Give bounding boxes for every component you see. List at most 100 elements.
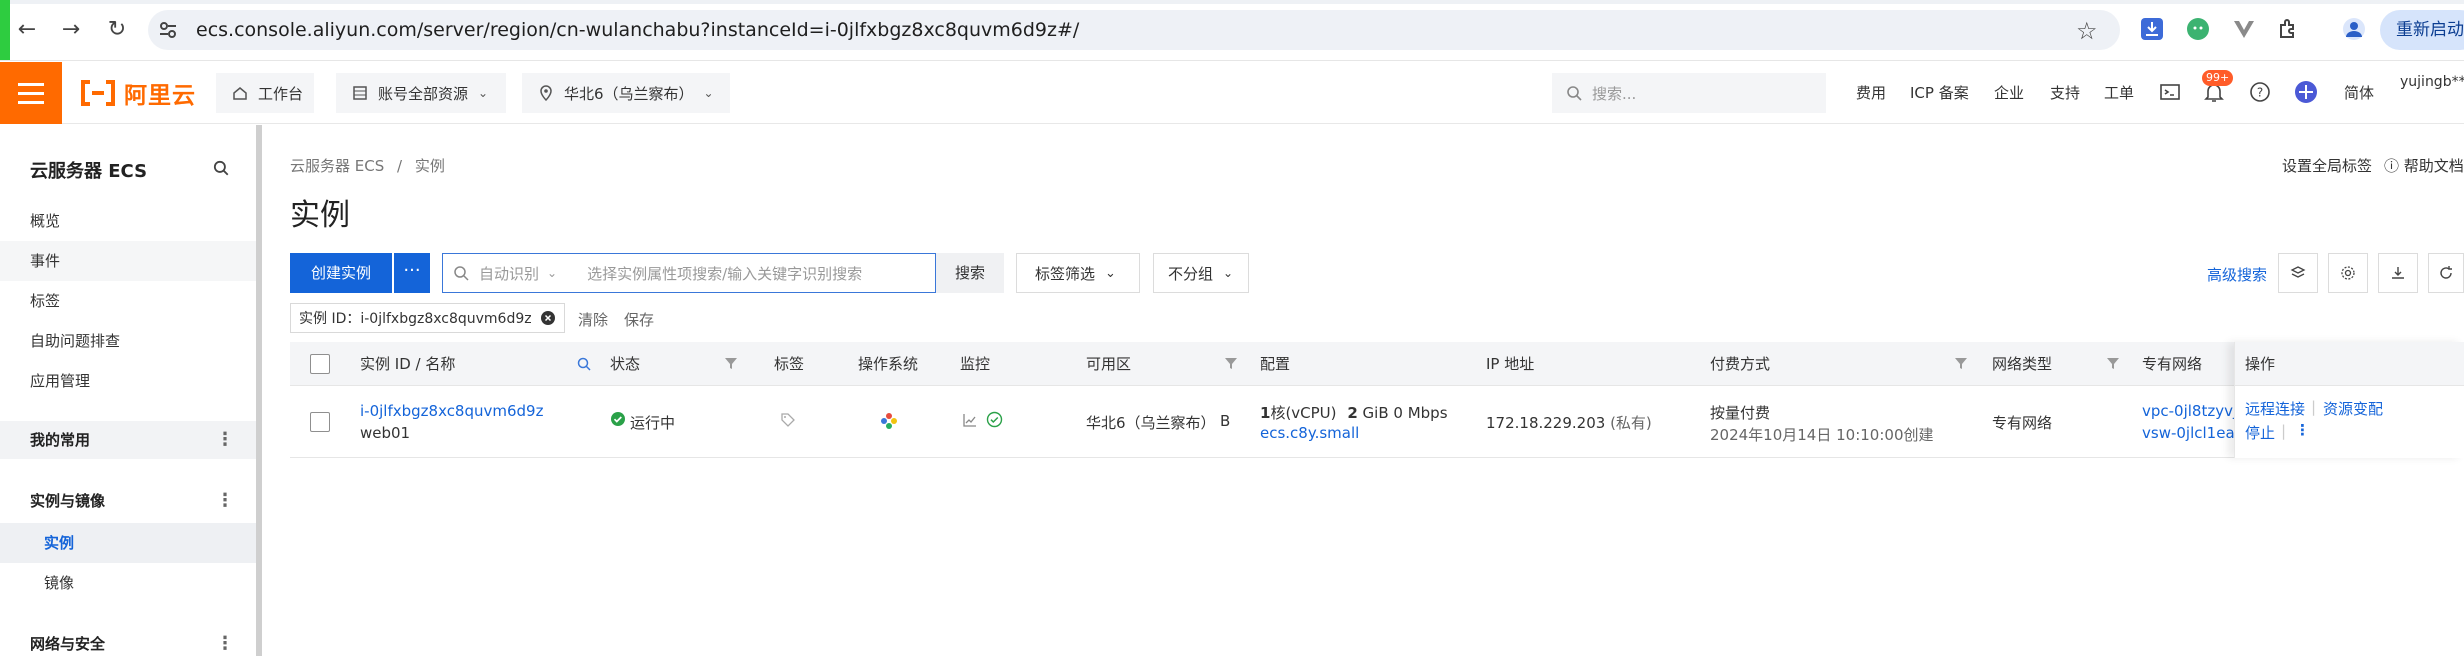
resize-config-link[interactable]: 资源变配 bbox=[2323, 398, 2383, 419]
group-by-label: 不分组 bbox=[1168, 264, 1214, 283]
browser-tab-strip bbox=[0, 0, 2464, 4]
sidebar-scrollbar[interactable] bbox=[256, 125, 262, 656]
download-extension-icon[interactable] bbox=[2140, 17, 2164, 41]
resource-list-icon bbox=[353, 86, 367, 100]
browser-toolbar: ← → ↻ ecs.console.aliyun.com/server/regi… bbox=[0, 0, 2464, 61]
more-vertical-icon[interactable]: ⋮ bbox=[216, 421, 234, 459]
sidebar-item-troubleshoot[interactable]: 自助问题排查 bbox=[0, 321, 256, 361]
vue-extension-icon[interactable] bbox=[2232, 17, 2256, 41]
bookmark-star-icon[interactable]: ☆ bbox=[2076, 17, 2098, 45]
support-link[interactable]: 支持 bbox=[2050, 82, 2080, 103]
svg-text:?: ? bbox=[2257, 86, 2263, 100]
create-instance-button[interactable]: 创建实例 bbox=[290, 253, 392, 293]
hamburger-menu-icon[interactable] bbox=[0, 62, 62, 124]
enterprise-link[interactable]: 企业 bbox=[1994, 82, 2024, 103]
tag-filter-dropdown[interactable]: 标签筛选 ⌄ bbox=[1016, 253, 1140, 293]
clear-filters-link[interactable]: 清除 bbox=[578, 309, 608, 330]
sidebar-group-instances-images[interactable]: 实例与镜像 ⋮ bbox=[0, 482, 256, 520]
sidebar-item-images[interactable]: 镜像 bbox=[0, 563, 256, 603]
cpu-unit: 核(vCPU) bbox=[1270, 404, 1337, 422]
search-button[interactable]: 搜索 bbox=[936, 253, 1004, 293]
instance-status: 运行中 bbox=[630, 414, 676, 432]
more-vertical-icon[interactable]: ⋮ bbox=[216, 482, 234, 520]
stop-instance-link[interactable]: 停止 bbox=[2245, 422, 2275, 443]
icp-filing-link[interactable]: ICP 备案 bbox=[1910, 82, 1969, 103]
instance-zone: 华北6（乌兰察布） bbox=[1086, 414, 1216, 432]
sidebar-group-network-security[interactable]: 网络与安全 ⋮ bbox=[0, 625, 256, 663]
tickets-link[interactable]: 工单 bbox=[2104, 82, 2134, 103]
column-search-icon[interactable] bbox=[576, 356, 592, 372]
resource-scope-dropdown[interactable]: 账号全部资源 ⌄ bbox=[336, 73, 506, 113]
private-ip: 172.18.229.203 (私有) bbox=[1486, 412, 1652, 433]
select-all-checkbox[interactable] bbox=[310, 354, 330, 374]
col-tags: 标签 bbox=[774, 355, 805, 373]
table-row: i-0jlfxbgz8xc8quvm6d9z web01 运行中 华北6（乌兰察… bbox=[290, 386, 2464, 458]
os-distro-icon bbox=[881, 413, 897, 429]
location-pin-icon bbox=[540, 85, 552, 101]
help-docs-link[interactable]: ⓘ 帮助文档 bbox=[2384, 155, 2464, 176]
status-filter-icon[interactable] bbox=[724, 356, 738, 370]
reload-icon[interactable]: ↻ bbox=[102, 14, 132, 44]
instance-search-input[interactable]: 自动识别 ⌄ 选择实例属性项搜索/输入关键字识别搜索 bbox=[442, 253, 936, 293]
back-icon[interactable]: ← bbox=[12, 14, 42, 44]
ai-assistant-icon[interactable] bbox=[2294, 80, 2318, 104]
bandwidth: 0 Mbps bbox=[1393, 404, 1448, 422]
export-button[interactable] bbox=[2378, 253, 2418, 293]
instance-type-link[interactable]: ecs.c8y.small bbox=[1260, 424, 1359, 442]
row-checkbox[interactable] bbox=[310, 412, 330, 432]
aliyun-logo[interactable]: 阿里云 bbox=[80, 76, 196, 110]
billing-link[interactable]: 费用 bbox=[1856, 82, 1886, 103]
network-type: 专有网络 bbox=[1992, 414, 2053, 432]
user-account-name[interactable]: yujingb*** bbox=[2400, 74, 2464, 90]
help-icon[interactable]: ? bbox=[2248, 80, 2272, 104]
search-mode-select[interactable]: 自动识别 bbox=[479, 263, 539, 284]
site-info-icon[interactable] bbox=[157, 19, 179, 41]
extensions-puzzle-icon[interactable] bbox=[2276, 17, 2300, 41]
chevron-down-icon: ⌄ bbox=[547, 266, 558, 280]
search-icon bbox=[1567, 86, 1582, 101]
sidebar-item-events[interactable]: 事件 bbox=[0, 241, 256, 281]
group-by-dropdown[interactable]: 不分组 ⌄ bbox=[1153, 253, 1249, 293]
workbench-button[interactable]: 工作台 bbox=[216, 73, 314, 113]
settings-button[interactable] bbox=[2328, 253, 2368, 293]
relaunch-update-button[interactable]: 重新启动以 bbox=[2380, 10, 2464, 50]
cloud-shell-icon[interactable] bbox=[2158, 80, 2182, 104]
sidebar-group-favorites[interactable]: 我的常用 ⋮ bbox=[0, 421, 256, 459]
sidebar-search-icon[interactable] bbox=[212, 159, 230, 177]
monitor-chart-icon[interactable] bbox=[962, 412, 978, 428]
network-filter-icon[interactable] bbox=[2106, 356, 2120, 370]
instance-name: web01 bbox=[360, 424, 411, 442]
workbench-label: 工作台 bbox=[258, 84, 304, 103]
refresh-button[interactable] bbox=[2428, 253, 2464, 293]
wechat-extension-icon[interactable] bbox=[2186, 17, 2210, 41]
ip-address: 172.18.229.203 bbox=[1486, 414, 1606, 432]
operations-column: 操作 远程连接 | 资源变配 停止 | ⋮ bbox=[2234, 342, 2464, 458]
cpu-count: 1 bbox=[1260, 404, 1271, 422]
sidebar-item-app-management[interactable]: 应用管理 bbox=[0, 361, 256, 401]
sidebar-item-tags[interactable]: 标签 bbox=[0, 281, 256, 321]
profile-avatar-icon[interactable] bbox=[2342, 17, 2366, 41]
billing-filter-icon[interactable] bbox=[1954, 356, 1968, 370]
instance-id-link[interactable]: i-0jlfxbgz8xc8quvm6d9z bbox=[360, 402, 543, 420]
forward-icon[interactable]: → bbox=[56, 14, 86, 44]
zone-filter-icon[interactable] bbox=[1224, 356, 1238, 370]
more-vertical-icon[interactable]: ⋮ bbox=[216, 625, 234, 663]
sidebar-item-overview[interactable]: 概览 bbox=[0, 201, 256, 241]
col-status: 状态 bbox=[610, 355, 641, 373]
global-tags-link[interactable]: 设置全局标签 bbox=[2282, 155, 2372, 176]
language-switch[interactable]: 简体 bbox=[2344, 82, 2374, 103]
close-circle-icon[interactable] bbox=[540, 310, 556, 326]
advanced-search-link[interactable]: 高级搜索 bbox=[2207, 264, 2267, 285]
remote-connect-link[interactable]: 远程连接 bbox=[2245, 398, 2305, 419]
breadcrumb-root[interactable]: 云服务器 ECS bbox=[290, 157, 384, 175]
sidebar-item-instances[interactable]: 实例 bbox=[0, 523, 256, 563]
layers-button[interactable] bbox=[2278, 253, 2318, 293]
running-check-icon bbox=[611, 412, 625, 426]
create-more-button[interactable]: ··· bbox=[394, 253, 430, 293]
global-search-input[interactable]: 搜索... bbox=[1552, 73, 1826, 113]
search-icon bbox=[454, 266, 469, 281]
tag-icon[interactable] bbox=[780, 412, 796, 428]
region-dropdown[interactable]: 华北6（乌兰察布） ⌄ bbox=[522, 73, 730, 113]
save-filters-link[interactable]: 保存 bbox=[624, 309, 654, 330]
more-actions-icon[interactable]: ⋮ bbox=[2295, 421, 2310, 439]
